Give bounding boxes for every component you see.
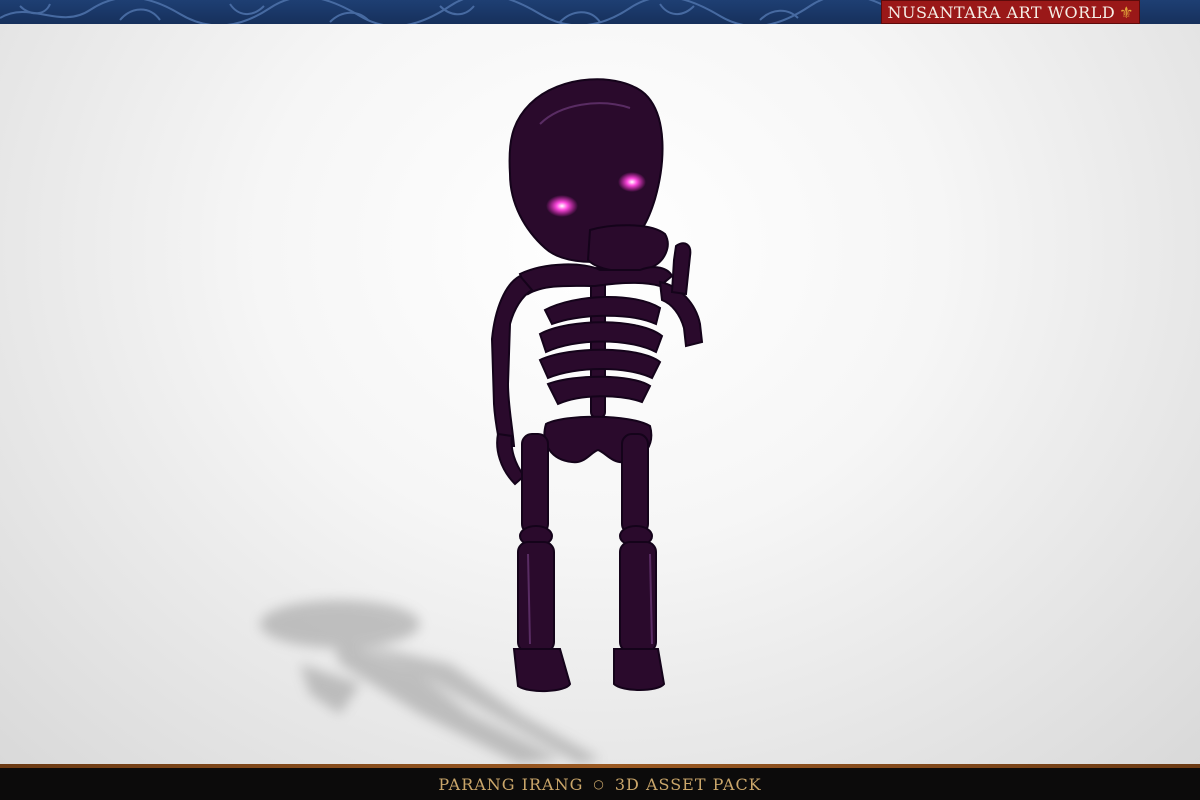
brand-title: Nusantara Art World xyxy=(887,2,1116,22)
footer-subtitle: 3D Asset Pack xyxy=(614,774,762,794)
skeleton-render xyxy=(260,78,704,764)
footer-title: Parang Irang xyxy=(438,774,584,794)
footer-bar: Parang Irang ○ 3D Asset Pack xyxy=(0,768,1200,800)
fleur-de-lis-icon: ⚜ xyxy=(1119,2,1134,22)
top-banner: Nusantara Art World ⚜ xyxy=(0,0,1200,24)
footer-separator: ○ xyxy=(593,777,605,791)
model-viewport[interactable] xyxy=(0,24,1200,764)
skeleton-model xyxy=(490,78,704,692)
brand-badge: Nusantara Art World ⚜ xyxy=(881,0,1140,24)
